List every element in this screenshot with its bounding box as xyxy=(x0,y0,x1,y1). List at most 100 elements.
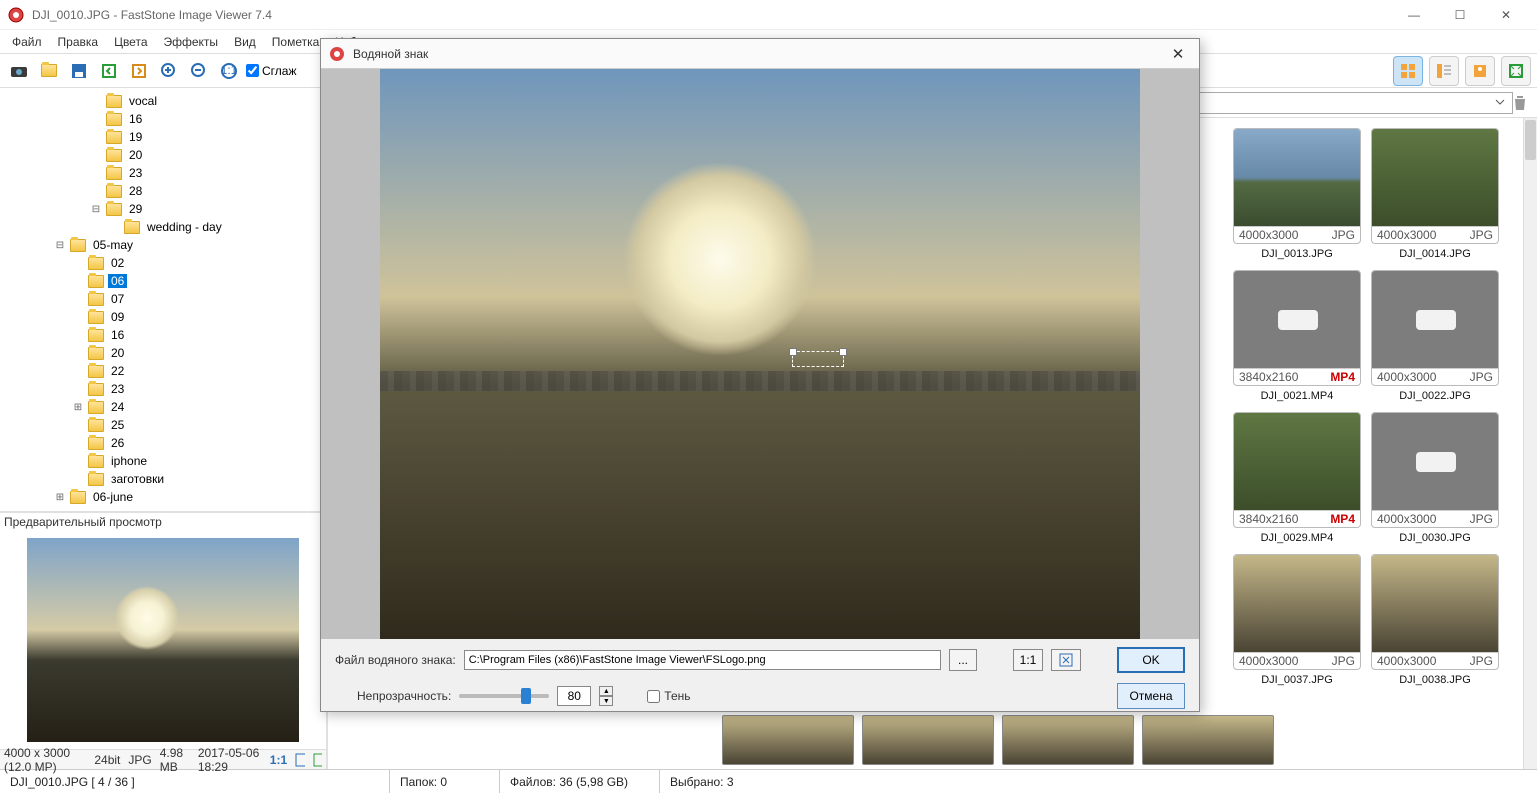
tree-item[interactable]: 23 xyxy=(0,380,326,398)
tree-item[interactable]: 22 xyxy=(0,362,326,380)
thumb-filename: DJI_0038.JPG xyxy=(1371,670,1499,686)
watermark-file-input[interactable] xyxy=(464,650,941,670)
thumb-filename: DJI_0021.MP4 xyxy=(1233,386,1361,402)
thumb-image xyxy=(1372,413,1498,510)
opacity-value[interactable] xyxy=(557,686,591,706)
thumbnail[interactable]: 3840x2160MP4DJI_0029.MP4 xyxy=(1233,412,1361,544)
tree-item[interactable]: 25 xyxy=(0,416,326,434)
forward-icon[interactable] xyxy=(126,58,152,84)
tree-item[interactable]: 19 xyxy=(0,128,326,146)
tree-item[interactable]: 02 xyxy=(0,254,326,272)
tree-label: 06-june xyxy=(90,490,136,504)
back-icon[interactable] xyxy=(96,58,122,84)
watermark-handle[interactable] xyxy=(792,351,844,367)
fullscreen-icon[interactable] xyxy=(313,753,322,767)
filmstrip-item[interactable] xyxy=(722,715,854,765)
preview-header: Предварительный просмотр xyxy=(0,511,326,531)
maximize-button[interactable]: ☐ xyxy=(1437,0,1483,30)
tree-expander-icon[interactable]: ⊟ xyxy=(90,204,102,215)
thumbnail[interactable]: 4000x3000JPGDJI_0030.JPG xyxy=(1371,412,1499,544)
thumb-image xyxy=(1234,129,1360,226)
close-button[interactable]: ✕ xyxy=(1483,0,1529,30)
tree-item[interactable]: 06 xyxy=(0,272,326,290)
minimize-button[interactable]: — xyxy=(1391,0,1437,30)
thumbnail[interactable]: 4000x3000JPGDJI_0013.JPG xyxy=(1233,128,1361,260)
tree-item[interactable]: iphone xyxy=(0,452,326,470)
tree-label: 28 xyxy=(126,184,145,198)
folder-tree[interactable]: vocal1619202328⊟29wedding - day⊟05-may02… xyxy=(0,88,326,511)
menu-file[interactable]: Файл xyxy=(4,33,50,51)
ok-button[interactable]: OK xyxy=(1117,647,1185,673)
view-portrait-icon[interactable] xyxy=(1465,56,1495,86)
fit-button[interactable] xyxy=(1051,649,1081,671)
thumbnail[interactable]: 3840x2160MP4DJI_0021.MP4 xyxy=(1233,270,1361,402)
tree-item[interactable]: 28 xyxy=(0,182,326,200)
menu-effects[interactable]: Эффекты xyxy=(156,33,227,51)
filmstrip-item[interactable] xyxy=(862,715,994,765)
folder-icon xyxy=(88,473,104,486)
browse-button[interactable]: ... xyxy=(949,649,977,671)
tree-expander-icon[interactable]: ⊞ xyxy=(72,402,84,413)
smooth-checkbox[interactable]: Сглаж xyxy=(246,64,296,78)
menu-tag[interactable]: Пометка xyxy=(264,33,328,51)
tree-label: 05-may xyxy=(90,238,136,252)
opacity-spinner[interactable]: ▲▼ xyxy=(599,686,613,706)
filmstrip xyxy=(718,715,1537,769)
thumbnail[interactable]: 4000x3000JPGDJI_0038.JPG xyxy=(1371,554,1499,686)
actual-size-button[interactable]: 1:1 xyxy=(1013,649,1043,671)
menu-edit[interactable]: Правка xyxy=(50,33,107,51)
save-icon[interactable] xyxy=(66,58,92,84)
tree-item[interactable]: ⊞ 06-june xyxy=(0,488,326,506)
cancel-button[interactable]: Отмена xyxy=(1117,683,1185,709)
tree-item[interactable]: ⊟29 xyxy=(0,200,326,218)
tree-item[interactable]: 23 xyxy=(0,164,326,182)
thumb-meta: 3840x2160MP4 xyxy=(1234,368,1360,385)
tree-item[interactable]: 07 xyxy=(0,290,326,308)
menu-colors[interactable]: Цвета xyxy=(106,33,155,51)
folder-icon xyxy=(88,311,104,324)
thumb-image xyxy=(1234,555,1360,652)
folder-icon xyxy=(106,149,122,162)
zoom-in-icon[interactable] xyxy=(156,58,182,84)
delete-icon[interactable] xyxy=(1509,92,1531,114)
tree-expander-icon[interactable]: ⊞ xyxy=(54,492,66,503)
actual-size-icon[interactable]: 1:1 xyxy=(216,58,242,84)
vertical-scrollbar[interactable] xyxy=(1523,118,1537,769)
thumb-image xyxy=(1234,413,1360,510)
tree-item[interactable]: 26 xyxy=(0,434,326,452)
thumbnail[interactable]: 4000x3000JPGDJI_0037.JPG xyxy=(1233,554,1361,686)
open-icon[interactable] xyxy=(36,58,62,84)
tree-item[interactable]: 20 xyxy=(0,344,326,362)
view-thumbnails-icon[interactable] xyxy=(1393,56,1423,86)
opacity-slider[interactable] xyxy=(459,694,549,698)
info-ratio: 1:1 xyxy=(270,753,287,767)
shadow-checkbox[interactable]: Тень xyxy=(647,689,690,703)
filmstrip-item[interactable] xyxy=(1002,715,1134,765)
chevron-down-icon[interactable] xyxy=(1495,98,1505,108)
view-fullscreen-icon[interactable] xyxy=(1501,56,1531,86)
dialog-close-button[interactable]: ✕ xyxy=(1165,41,1191,67)
acquire-icon[interactable] xyxy=(6,58,32,84)
tree-item[interactable]: ⊟ 05-may xyxy=(0,236,326,254)
preview-image[interactable] xyxy=(27,538,299,742)
tree-item[interactable]: wedding - day xyxy=(0,218,326,236)
tree-item[interactable]: 20 xyxy=(0,146,326,164)
tree-item[interactable]: vocal xyxy=(0,92,326,110)
menu-view[interactable]: Вид xyxy=(226,33,264,51)
fit-icon[interactable] xyxy=(295,753,304,767)
tree-label: 06 xyxy=(108,274,127,288)
view-details-icon[interactable] xyxy=(1429,56,1459,86)
tree-item[interactable]: 16 xyxy=(0,110,326,128)
dialog-image[interactable] xyxy=(380,69,1140,639)
tree-item[interactable]: ⊞24 xyxy=(0,398,326,416)
zoom-out-icon[interactable] xyxy=(186,58,212,84)
tree-item[interactable]: 09 xyxy=(0,308,326,326)
thumbnail[interactable]: 4000x3000JPGDJI_0014.JPG xyxy=(1371,128,1499,260)
filmstrip-item[interactable] xyxy=(1142,715,1274,765)
dialog-titlebar[interactable]: Водяной знак ✕ xyxy=(321,39,1199,69)
folder-icon xyxy=(106,167,122,180)
tree-item[interactable]: 16 xyxy=(0,326,326,344)
tree-item[interactable]: заготовки xyxy=(0,470,326,488)
tree-expander-icon[interactable]: ⊟ xyxy=(54,240,66,251)
thumbnail[interactable]: 4000x3000JPGDJI_0022.JPG xyxy=(1371,270,1499,402)
